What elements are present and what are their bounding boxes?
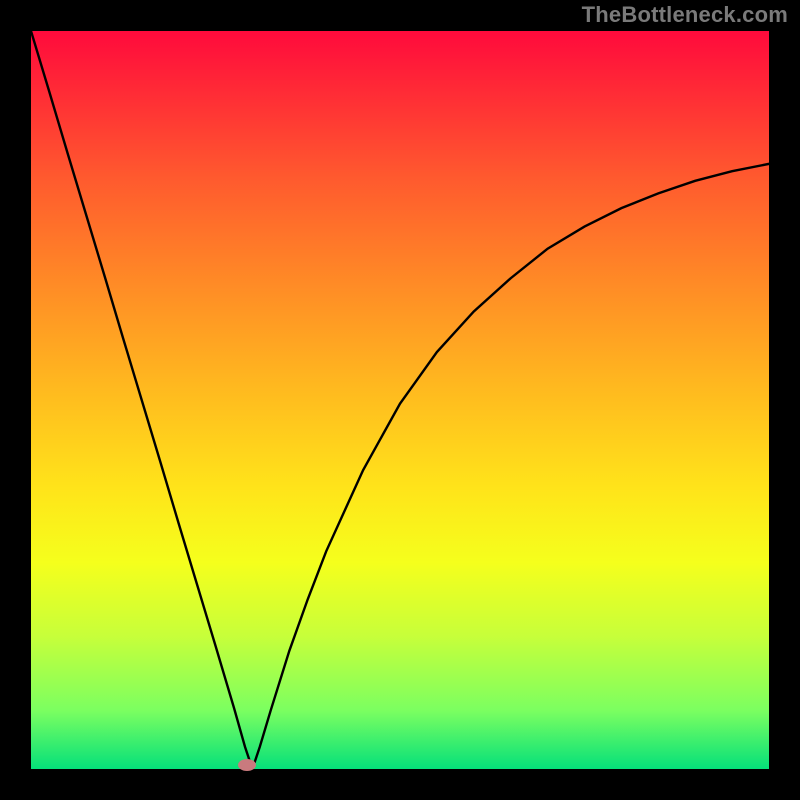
bottleneck-curve bbox=[31, 31, 769, 769]
chart-frame: TheBottleneck.com bbox=[0, 0, 800, 800]
watermark-text: TheBottleneck.com bbox=[582, 2, 788, 28]
optimal-point-marker bbox=[238, 759, 256, 771]
plot-area bbox=[31, 31, 769, 769]
